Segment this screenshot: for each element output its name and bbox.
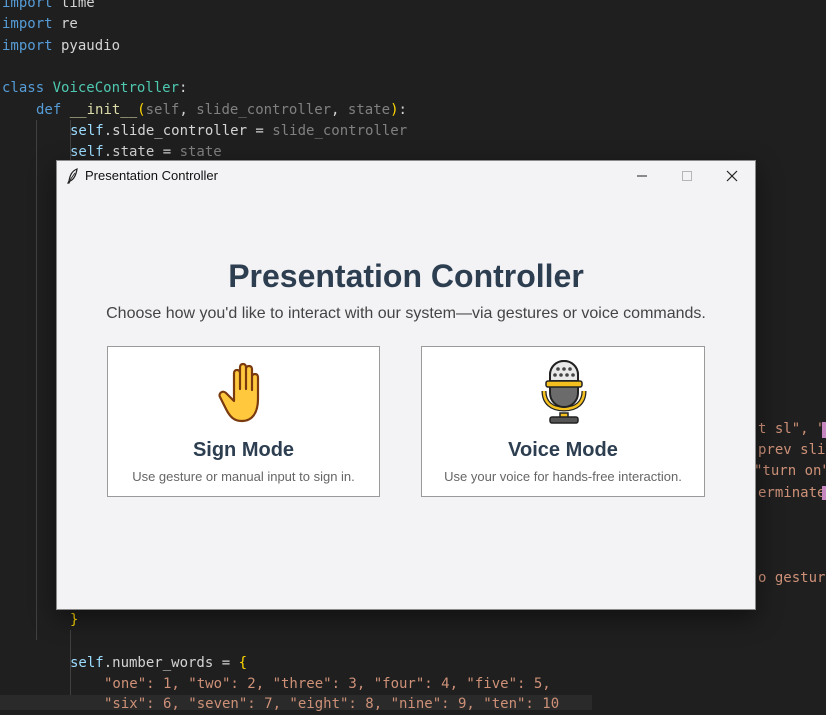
sign-mode-description: Use gesture or manual input to sign in. <box>132 469 355 484</box>
code-line: import time <box>2 0 95 11</box>
maximize-button[interactable] <box>664 161 710 190</box>
presentation-controller-window: Presentation Controller Presentation Con… <box>56 160 756 610</box>
page-title: Presentation Controller <box>228 258 584 294</box>
indent-guide <box>36 120 37 640</box>
voice-mode-button[interactable]: Voice Mode Use your voice for hands-free… <box>421 346 705 497</box>
code-fragment: o gesture <box>758 570 826 586</box>
close-button[interactable] <box>709 161 755 190</box>
code-fragment: prev slic <box>758 442 826 458</box>
microphone-icon <box>534 359 594 425</box>
code-fragment: erminate"] <box>758 485 826 501</box>
minimize-button[interactable] <box>619 161 665 190</box>
sign-mode-button[interactable]: Sign Mode Use gesture or manual input to… <box>107 346 380 497</box>
code-fragment: t sl", "f <box>758 421 826 437</box>
code-line: "six": 6, "seven": 7, "eight": 8, "nine"… <box>104 696 560 712</box>
code-line: } <box>70 612 79 628</box>
page-subtitle: Choose how you'd like to interact with o… <box>106 305 706 322</box>
title-bar[interactable]: Presentation Controller <box>57 161 755 190</box>
sign-mode-title: Sign Mode <box>192 439 295 461</box>
code-line: class VoiceController: <box>2 80 188 96</box>
scrollbar-marker <box>822 486 826 500</box>
scrollbar-marker <box>822 422 826 438</box>
code-line: self.slide_controller = slide_controller <box>70 123 408 139</box>
code-line: import re <box>2 16 78 32</box>
feather-icon <box>66 168 80 184</box>
code-line: self.number_words = { <box>70 655 248 671</box>
voice-mode-description: Use your voice for hands-free interactio… <box>444 469 682 484</box>
minimize-icon <box>637 175 647 177</box>
close-icon <box>726 170 738 182</box>
code-line: def __init__(self, slide_controller, sta… <box>36 102 407 118</box>
maximize-icon <box>682 171 692 181</box>
raised-hand-icon <box>214 359 274 425</box>
voice-mode-title: Voice Mode <box>508 439 618 461</box>
code-line: import pyaudio <box>2 38 121 54</box>
window-title: Presentation Controller <box>85 168 218 183</box>
code-fragment: "turn on" <box>754 463 826 479</box>
code-line: "one": 1, "two": 2, "three": 3, "four": … <box>104 676 551 692</box>
